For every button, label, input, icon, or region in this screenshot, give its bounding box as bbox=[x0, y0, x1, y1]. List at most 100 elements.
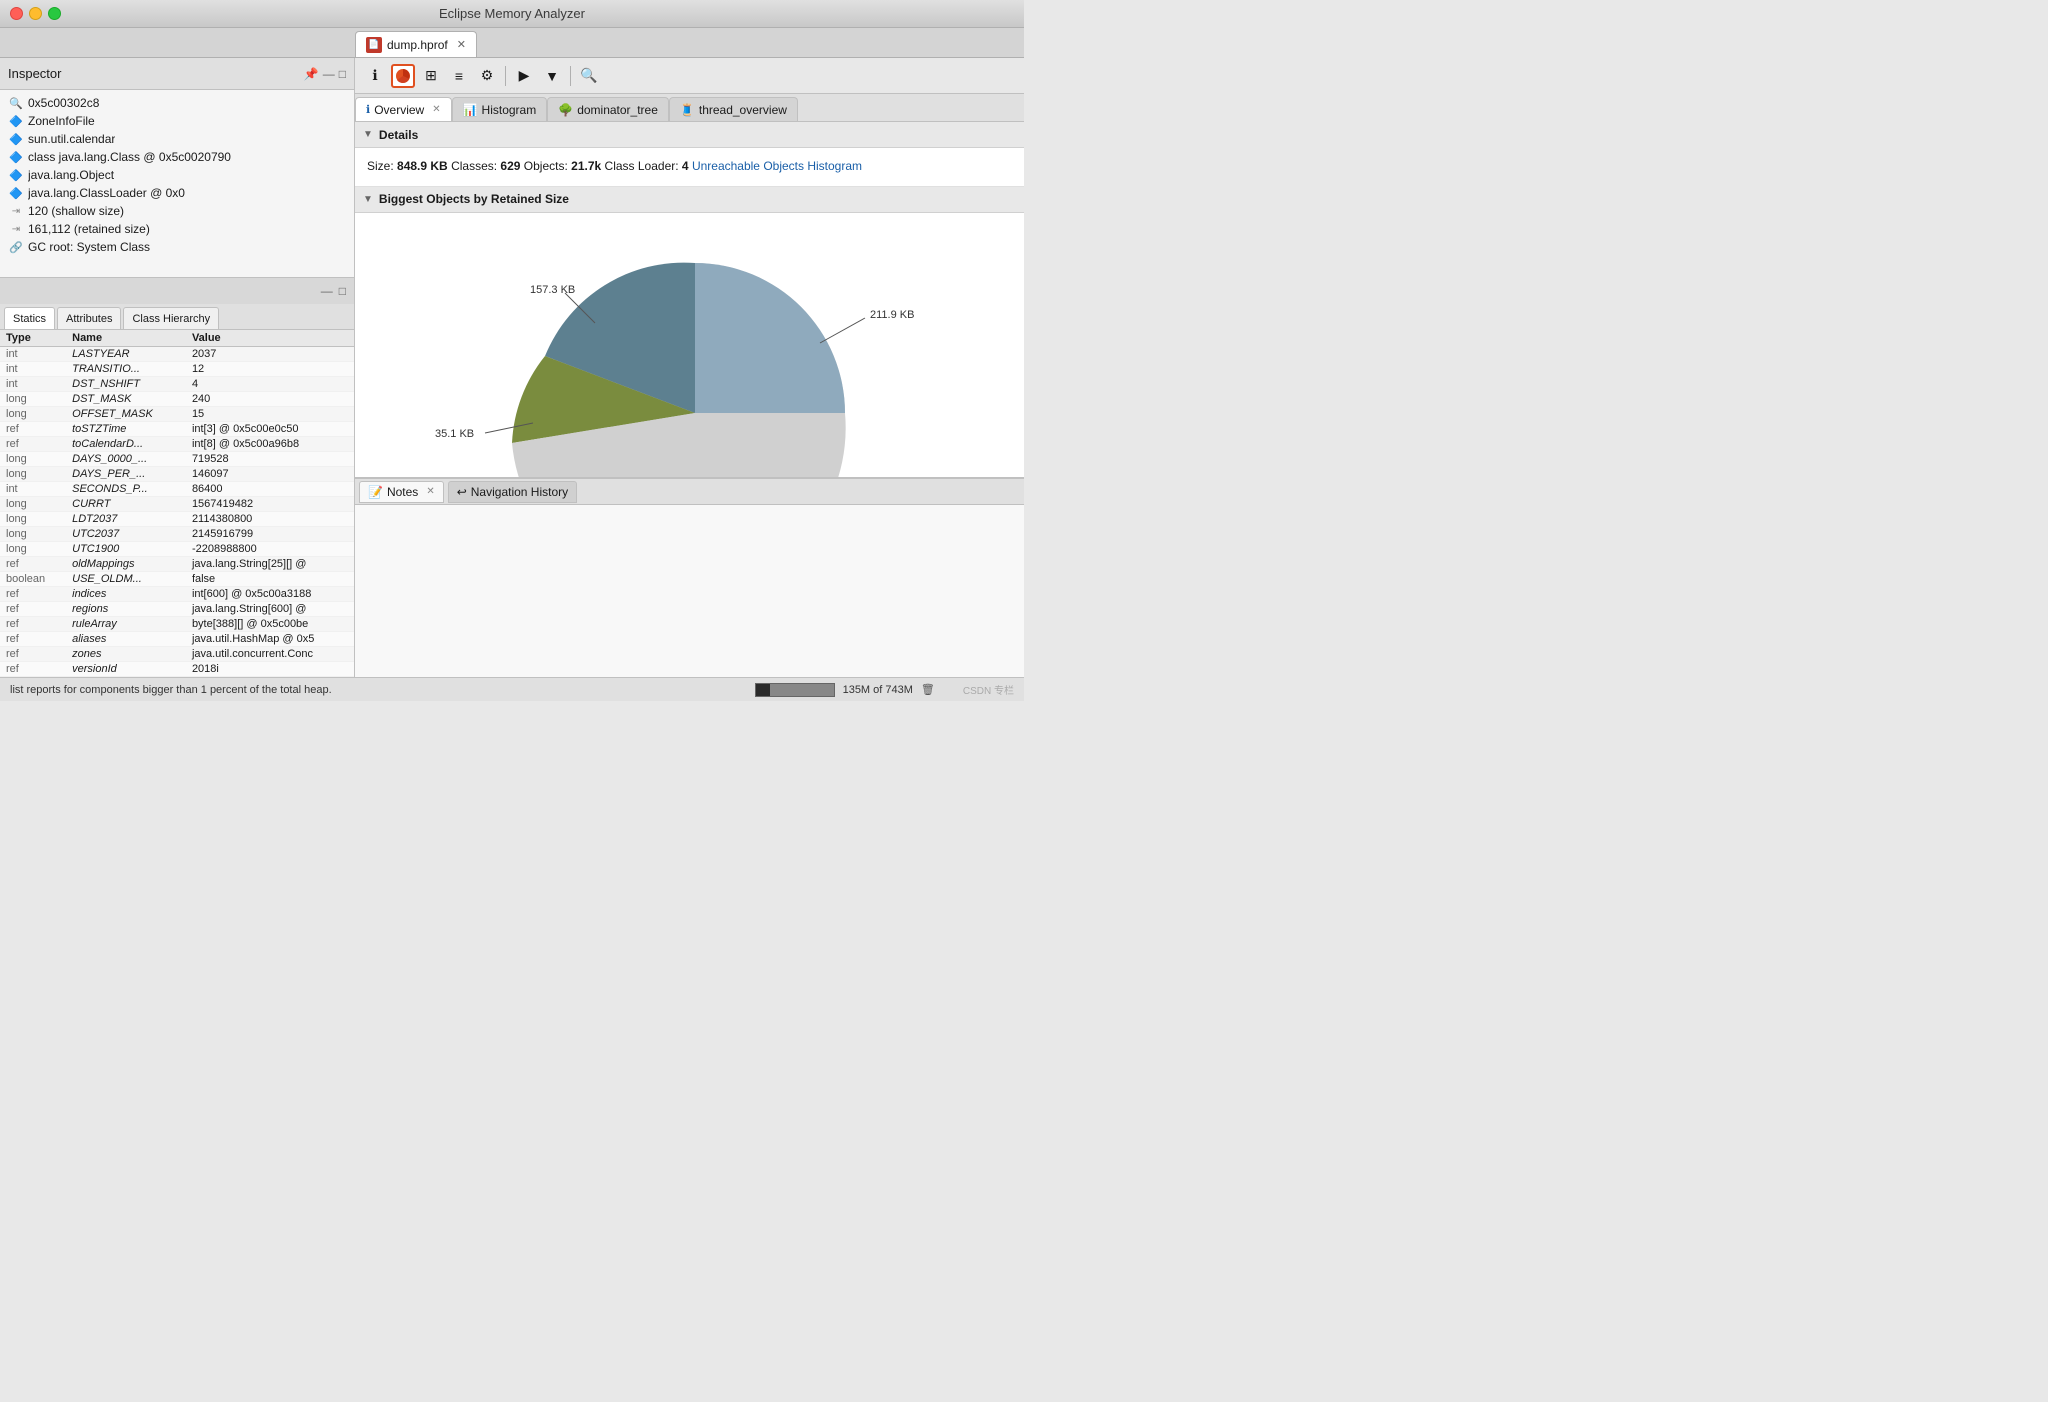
cell-type: ref bbox=[0, 647, 66, 662]
dump-tab-close[interactable]: ✕ bbox=[457, 38, 466, 51]
tab-thread-icon: 🧵 bbox=[680, 103, 695, 117]
biggest-objects-header[interactable]: ▼ Biggest Objects by Retained Size bbox=[355, 187, 1024, 213]
details-section-header[interactable]: ▼ Details bbox=[355, 122, 1024, 148]
table-row[interactable]: ref aliases java.util.HashMap @ 0x5 bbox=[0, 632, 354, 647]
toolbar-info-btn[interactable]: ℹ bbox=[363, 64, 387, 88]
table-row[interactable]: int LASTYEAR 2037 bbox=[0, 347, 354, 362]
table-row[interactable]: long LDT2037 2114380800 bbox=[0, 512, 354, 527]
table-row[interactable]: int SECONDS_P... 86400 bbox=[0, 482, 354, 497]
inspector-pin-icon[interactable]: 📌 bbox=[304, 67, 319, 81]
toolbar-search-btn[interactable]: 🔍 bbox=[577, 64, 601, 88]
cell-type: long bbox=[0, 542, 66, 557]
status-bar: list reports for components bigger than … bbox=[0, 677, 1024, 701]
tab-histogram[interactable]: 📊 Histogram bbox=[452, 97, 548, 121]
tab-overview-close[interactable]: ✕ bbox=[432, 104, 440, 115]
cell-value: 719528 bbox=[186, 452, 354, 467]
tab-thread-label: thread_overview bbox=[699, 103, 787, 117]
cell-name: USE_OLDM... bbox=[66, 572, 186, 587]
pie-label-text-2: 157.3 KB bbox=[530, 284, 575, 296]
tab-nav-history[interactable]: ↩ Navigation History bbox=[448, 481, 577, 503]
minimize-button[interactable] bbox=[29, 7, 42, 20]
toolbar-dropdown-btn[interactable]: ▼ bbox=[540, 64, 564, 88]
table-row[interactable]: ref versionId 2018i bbox=[0, 662, 354, 677]
notes-close[interactable]: ✕ bbox=[426, 486, 434, 497]
table-row[interactable]: long DAYS_PER_... 146097 bbox=[0, 467, 354, 482]
tree-item-gcroot[interactable]: 🔗 GC root: System Class bbox=[0, 238, 354, 256]
inspector-max-icon[interactable]: □ bbox=[339, 67, 346, 81]
cell-value: byte[388][] @ 0x5c00be bbox=[186, 617, 354, 632]
close-button[interactable] bbox=[10, 7, 23, 20]
cell-name: DST_NSHIFT bbox=[66, 377, 186, 392]
left-panel-header: Inspector 📌 — □ bbox=[0, 58, 354, 90]
inspector-min-icon[interactable]: — bbox=[323, 67, 335, 81]
table-row[interactable]: ref toCalendarD... int[8] @ 0x5c00a96b8 bbox=[0, 437, 354, 452]
tree-item-label: 120 (shallow size) bbox=[28, 204, 124, 218]
tree-item-shallow[interactable]: ⇥ 120 (shallow size) bbox=[0, 202, 354, 220]
cell-name: LASTYEAR bbox=[66, 347, 186, 362]
cell-type: long bbox=[0, 467, 66, 482]
toolbar-play-btn[interactable]: ▶ bbox=[512, 64, 536, 88]
size-label: Size: bbox=[367, 159, 397, 173]
cell-name: UTC1900 bbox=[66, 542, 186, 557]
tab-notes[interactable]: 📝 Notes ✕ bbox=[359, 481, 444, 503]
tree-item-label: java.lang.ClassLoader @ 0x0 bbox=[28, 186, 185, 200]
table-row[interactable]: ref oldMappings java.lang.String[25][] @ bbox=[0, 557, 354, 572]
bottom-panel: 📝 Notes ✕ ↩ Navigation History bbox=[355, 477, 1024, 677]
cell-type: long bbox=[0, 527, 66, 542]
table-row[interactable]: ref ruleArray byte[388][] @ 0x5c00be bbox=[0, 617, 354, 632]
bottom-tabs: 📝 Notes ✕ ↩ Navigation History bbox=[355, 479, 1024, 505]
unreachable-objects-link[interactable]: Unreachable Objects Histogram bbox=[692, 159, 862, 173]
class-loader-label: Class Loader: bbox=[605, 159, 682, 173]
cell-type: long bbox=[0, 392, 66, 407]
cell-name: UTC2037 bbox=[66, 527, 186, 542]
gc-icon: 🔗 bbox=[8, 239, 24, 255]
table-row[interactable]: long OFFSET_MASK 15 bbox=[0, 407, 354, 422]
cell-name: oldMappings bbox=[66, 557, 186, 572]
gc-button[interactable]: 🗑 bbox=[921, 683, 935, 696]
table-row[interactable]: long DST_MASK 240 bbox=[0, 392, 354, 407]
cell-name: DAYS_PER_... bbox=[66, 467, 186, 482]
maximize-button[interactable] bbox=[48, 7, 61, 20]
toolbar-chart-btn[interactable] bbox=[391, 64, 415, 88]
tab-thread-overview[interactable]: 🧵 thread_overview bbox=[669, 97, 798, 121]
cell-value: java.lang.String[600] @ bbox=[186, 602, 354, 617]
cell-name: aliases bbox=[66, 632, 186, 647]
titlebar: Eclipse Memory Analyzer bbox=[0, 0, 1024, 28]
table-row[interactable]: int TRANSITIO... 12 bbox=[0, 362, 354, 377]
tab-statics[interactable]: Statics bbox=[4, 307, 55, 329]
cell-name: SECONDS_P... bbox=[66, 482, 186, 497]
table-row[interactable]: long UTC1900 -2208988800 bbox=[0, 542, 354, 557]
toolbar-settings-btn[interactable]: ⚙ bbox=[475, 64, 499, 88]
table-row[interactable]: long DAYS_0000_... 719528 bbox=[0, 452, 354, 467]
tree-item-label: sun.util.calendar bbox=[28, 132, 115, 146]
tab-dominator-tree[interactable]: 🌳 dominator_tree bbox=[547, 97, 669, 121]
size-value: 848.9 KB bbox=[397, 159, 448, 173]
statics-max-icon[interactable]: □ bbox=[339, 284, 346, 298]
tree-item-retained[interactable]: ⇥ 161,112 (retained size) bbox=[0, 220, 354, 238]
tree-item-java-object[interactable]: 🔷 java.lang.Object bbox=[0, 166, 354, 184]
table-row[interactable]: int DST_NSHIFT 4 bbox=[0, 377, 354, 392]
cell-name: regions bbox=[66, 602, 186, 617]
toolbar-list-btn[interactable]: ≡ bbox=[447, 64, 471, 88]
table-row[interactable]: ref indices int[600] @ 0x5c00a3188 bbox=[0, 587, 354, 602]
inspector-icon: 🔍 bbox=[8, 95, 24, 111]
cell-value: 240 bbox=[186, 392, 354, 407]
dump-tab[interactable]: 📄 dump.hprof ✕ bbox=[355, 31, 477, 57]
tab-overview[interactable]: ℹ Overview ✕ bbox=[355, 97, 452, 121]
table-row[interactable]: boolean USE_OLDM... false bbox=[0, 572, 354, 587]
tree-item-inspector[interactable]: 🔍 0x5c00302c8 bbox=[0, 94, 354, 112]
table-row[interactable]: ref regions java.lang.String[600] @ bbox=[0, 602, 354, 617]
tab-attributes[interactable]: Attributes bbox=[57, 307, 121, 329]
table-row[interactable]: long CURRT 1567419482 bbox=[0, 497, 354, 512]
toolbar-grid-btn[interactable]: ⊞ bbox=[419, 64, 443, 88]
table-row[interactable]: ref zones java.util.concurrent.Conc bbox=[0, 647, 354, 662]
tree-item-sun-util[interactable]: 🔷 sun.util.calendar bbox=[0, 130, 354, 148]
biggest-objects-section: ▼ Biggest Objects by Retained Size bbox=[355, 187, 1024, 477]
tree-item-java-class[interactable]: 🔷 class java.lang.Class @ 0x5c0020790 bbox=[0, 148, 354, 166]
table-row[interactable]: ref toSTZTime int[3] @ 0x5c00e0c50 bbox=[0, 422, 354, 437]
tree-item-zoneinfofile[interactable]: 🔷 ZoneInfoFile bbox=[0, 112, 354, 130]
table-row[interactable]: long UTC2037 2145916799 bbox=[0, 527, 354, 542]
tab-class-hierarchy[interactable]: Class Hierarchy bbox=[123, 307, 219, 329]
tree-item-classloader[interactable]: 🔷 java.lang.ClassLoader @ 0x0 bbox=[0, 184, 354, 202]
statics-min-icon[interactable]: — bbox=[321, 284, 333, 298]
